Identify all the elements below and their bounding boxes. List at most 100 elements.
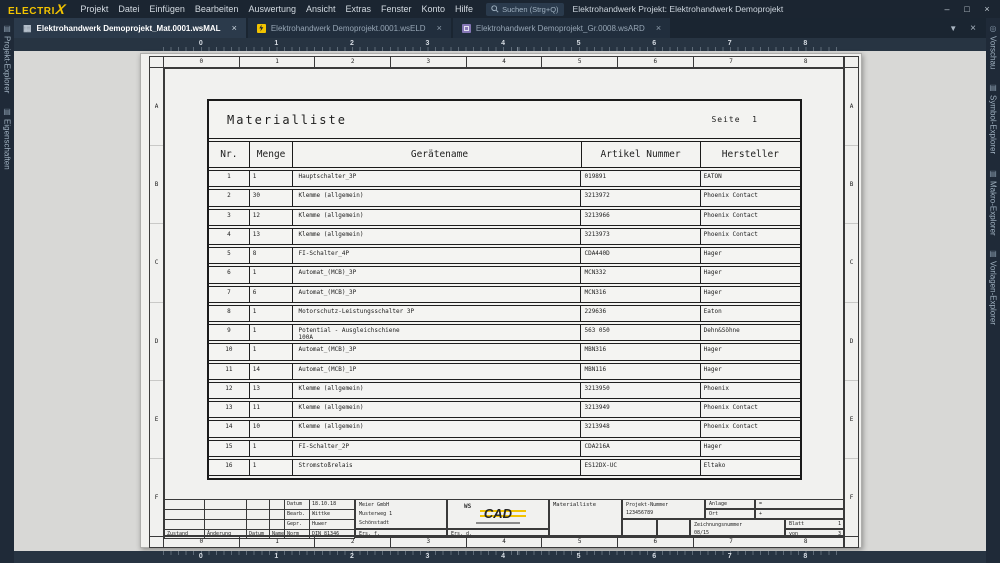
table-row: 9 1 Potential - Ausgleichschiene 100A 563… xyxy=(209,324,800,342)
tab-close-icon[interactable]: × xyxy=(437,23,442,33)
menu-item[interactable]: Ansicht xyxy=(301,0,341,18)
anlage-label-cell: Anlage xyxy=(705,499,755,509)
wscad-logo: WS CAD xyxy=(447,499,549,529)
frame-row-letter: A xyxy=(845,68,858,147)
ers-d-cell: Ers. d. xyxy=(447,528,549,538)
drawing-canvas[interactable]: 012345678 012345678 ABCDEF ABCDEF 012345… xyxy=(14,38,986,563)
ruler-number: 4 xyxy=(501,40,505,47)
menu-item[interactable]: Projekt xyxy=(75,0,113,18)
frame-column-number: 4 xyxy=(467,57,543,67)
empty-cell xyxy=(657,518,690,538)
ruler-number: 5 xyxy=(576,40,581,47)
table-row: 14 10 Klemme (allgemein) 3213948 Phoenix… xyxy=(209,420,800,438)
drawing-number-cell: Zeichnungsnummer 08/15 xyxy=(690,518,785,538)
drawing-number-value: 08/15 xyxy=(694,529,710,536)
menu-item[interactable]: Auswertung xyxy=(243,0,301,18)
wscad-tagline-bar xyxy=(476,522,520,525)
menu-item[interactable]: Bearbeiten xyxy=(190,0,244,18)
page-indicator: Seite 1 xyxy=(711,115,758,124)
frame-column-number: 7 xyxy=(729,538,733,545)
frame-column-number: 8 xyxy=(768,57,845,67)
tab-list-dropdown-icon[interactable]: ▼ xyxy=(949,24,957,33)
column-header-geraetename: Gerätename xyxy=(293,142,582,167)
rail-tab-symbol-explorer[interactable]: ▤ Symbol-Explorer xyxy=(989,83,998,154)
template-explorer-icon: ▤ xyxy=(988,249,998,259)
frame-column-number: 5 xyxy=(542,537,619,547)
anlage-value-cell: = xyxy=(755,499,845,509)
window-controls: – □ × xyxy=(938,0,1000,18)
ruler-number: 7 xyxy=(727,553,732,560)
tab-group-close-icon[interactable]: × xyxy=(970,23,976,34)
horizontal-ruler-top: 0 1 2 3 4 5 6 7 8 xyxy=(14,38,986,51)
document-tab-wsmal[interactable]: ▦ Elektrohandwerk Demoprojekt_Mat.0001.w… xyxy=(14,18,246,38)
frame-row-letter: B xyxy=(150,146,163,225)
ruler-number: 2 xyxy=(349,40,354,47)
table-row: 5 8 FI-Schalter_4P CDA440D Hager xyxy=(209,247,800,265)
document-tab-wsard[interactable]: Elektrohandwerk Demoprojekt_Gr.0008.wsAR… xyxy=(452,18,671,38)
frame-column-number: 4 xyxy=(467,537,543,547)
rail-tab-eigenschaften[interactable]: ▤ Eigenschaften xyxy=(3,107,12,170)
rail-tab-vorlagen-explorer[interactable]: ▤ Vorlagen-Explorer xyxy=(989,249,998,325)
table-row: 4 13 Klemme (allgemein) 3213973 Phoenix … xyxy=(209,227,800,245)
project-number-value: 123456789 xyxy=(626,510,654,516)
table-row: 10 1 Automat_(MCB)_3P MBN316 Hager xyxy=(209,343,800,361)
ruler-number: 3 xyxy=(425,553,430,560)
menu-item[interactable]: Einfügen xyxy=(144,0,190,18)
document-type-cell: Materialliste xyxy=(549,499,622,538)
approval-norm: DIN 81346 xyxy=(309,528,355,539)
document-tabbar: ▦ Elektrohandwerk Demoprojekt_Mat.0001.w… xyxy=(14,18,986,38)
table-row: 1 1 Hauptschalter_3P 019891 EATON xyxy=(209,170,800,188)
ruler-number: 8 xyxy=(803,40,808,47)
menu-item[interactable]: Extras xyxy=(340,0,376,18)
app-logo-text: ELECTRI xyxy=(8,6,55,17)
document-tab-wseld[interactable]: Elektrohandwerk Demoprojekt.0001.wsELD × xyxy=(247,18,451,38)
ort-label-cell: Ort xyxy=(705,509,755,519)
tabbar-controls: ▼ × xyxy=(949,18,986,38)
menu-item[interactable]: Datei xyxy=(113,0,144,18)
table-row: 12 13 Klemme (allgemein) 3213950 Phoenix xyxy=(209,381,800,399)
column-header-artikel: Artikel Nummer xyxy=(582,142,701,167)
ruler-number: 3 xyxy=(425,40,430,47)
sheet-number-value: 1 xyxy=(837,520,841,527)
project-number-cell: Projekt-Nummer 123456789 xyxy=(622,499,705,519)
table-body: 1 1 Hauptschalter_3P 019891 EATON 2 30 K… xyxy=(209,168,800,476)
tab-close-icon[interactable]: × xyxy=(656,23,661,33)
frame-row-letter: E xyxy=(845,381,858,459)
rail-tab-vorschau[interactable]: ◎ Vorschau xyxy=(989,24,998,69)
rail-tab-projekt-explorer[interactable]: ▤ Projekt-Explorer xyxy=(3,24,12,93)
title-block: Datum 18.10.18 Bearb. Wittke Gepr. Huwer Zu… xyxy=(164,499,845,539)
table-row: 15 1 FI-Schalter_2P CDA216A Hager xyxy=(209,439,800,457)
ruler-number: 4 xyxy=(501,553,505,560)
maximize-button[interactable]: □ xyxy=(958,0,976,18)
app-logo-x: X xyxy=(54,1,67,17)
rail-tab-makro-explorer[interactable]: ▤ Makro-Explorer xyxy=(989,169,998,236)
ruler-number: 8 xyxy=(803,553,808,560)
menu-item[interactable]: Hilfe xyxy=(450,0,478,18)
frame-column-number: 3 xyxy=(391,57,467,67)
frame-row-letter: A xyxy=(150,68,163,147)
menu-item[interactable]: Konto xyxy=(417,0,451,18)
tab-label: Elektrohandwerk Demoprojekt_Gr.0008.wsAR… xyxy=(475,23,645,33)
table-row: 7 6 Automat_(MCB)_3P MCN316 Hager xyxy=(209,285,800,303)
frame-column-number: 7 xyxy=(729,58,733,65)
sheet-total-cell: von 3 xyxy=(785,528,845,538)
frame-column-number: 0 xyxy=(164,57,240,67)
search-input[interactable]: Suchen (Strg+Q) xyxy=(486,2,564,16)
minimize-button[interactable]: – xyxy=(938,0,956,18)
menu-item[interactable]: Fenster xyxy=(376,0,417,18)
search-icon xyxy=(491,5,499,13)
frame-column-number: 1 xyxy=(240,57,316,67)
tab-label: Elektrohandwerk Demoprojekt_Mat.0001.wsM… xyxy=(36,23,221,33)
table-title-row: Materialliste Seite 1 xyxy=(209,101,800,139)
table-row: 2 30 Klemme (allgemein) 3213972 Phoenix … xyxy=(209,189,800,207)
close-button[interactable]: × xyxy=(978,0,996,18)
table-header-row: Nr. Menge Gerätename Artikel Nummer Hers… xyxy=(209,141,800,168)
right-panel-rail: ◎ Vorschau ▤ Symbol-Explorer ▤ Makro-Exp… xyxy=(986,18,1000,563)
frame-column-number: 8 xyxy=(768,537,845,547)
sheet-total-value: 3 xyxy=(837,530,841,537)
preview-eye-icon: ◎ xyxy=(988,24,998,33)
frame-row-strip-left: ABCDE F xyxy=(150,68,164,536)
cabinet-layout-icon xyxy=(461,23,471,33)
ruler-number: 1 xyxy=(274,553,279,560)
tab-close-icon[interactable]: × xyxy=(232,23,237,33)
